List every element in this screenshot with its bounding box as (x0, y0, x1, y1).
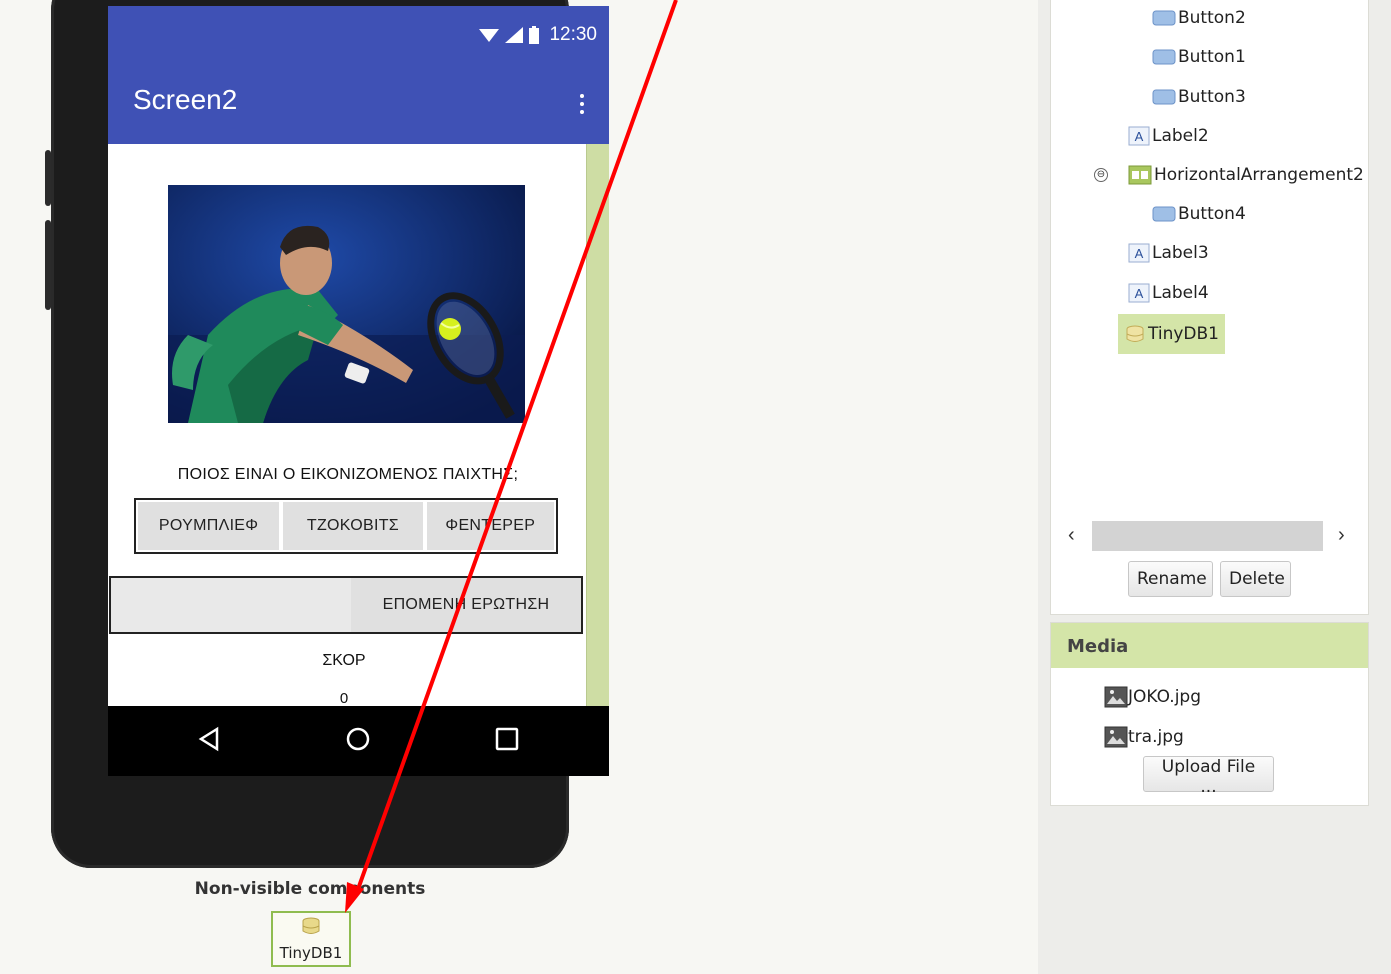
phone-side-button (45, 220, 51, 310)
answer-button-1[interactable]: ΡΟΥΜΠΛΙΕΦ (138, 502, 280, 550)
home-icon[interactable] (345, 726, 371, 752)
button-component-icon (1152, 206, 1176, 222)
tree-item-label: Label4 (1152, 283, 1209, 303)
scroll-left-icon[interactable]: ‹ (1068, 524, 1075, 547)
media-header: Media (1051, 623, 1368, 668)
tree-item-tinydb1[interactable]: TinyDB1 (1118, 314, 1225, 354)
media-file-label: tra.jpg (1128, 727, 1184, 747)
tree-item-button3[interactable]: Button3 (1152, 87, 1246, 107)
status-time: 12:30 (549, 24, 597, 45)
button-component-icon (1152, 49, 1176, 65)
label-component-icon: A (1128, 126, 1150, 146)
tree-item-button2[interactable]: Button2 (1152, 8, 1246, 28)
image-file-icon (1104, 726, 1128, 748)
media-title: Media (1067, 636, 1129, 657)
score-value: 0 (339, 690, 349, 707)
screen-scroll-strip (586, 144, 609, 706)
svg-text:A: A (1135, 286, 1144, 301)
button-component-icon (1152, 89, 1176, 105)
database-icon (302, 917, 320, 934)
arrangement-component-icon (1128, 165, 1152, 185)
tree-item-label4[interactable]: A Label4 (1128, 283, 1209, 303)
tree-item-label: Button3 (1178, 87, 1246, 107)
image-file-icon (1104, 686, 1128, 708)
tree-item-label2[interactable]: A Label2 (1128, 126, 1209, 146)
back-icon[interactable] (198, 726, 220, 752)
app-bar: Screen2 (108, 62, 609, 144)
label-component-icon: A (1128, 283, 1150, 303)
answer-button-2[interactable]: ΤΖΟΚΟΒΙΤΣ (283, 502, 423, 550)
media-file-joko[interactable]: JOKO.jpg (1104, 686, 1201, 708)
answer-button-3[interactable]: ΦΕΝΤΕΡΕΡ (426, 502, 554, 550)
android-nav-bar (108, 706, 609, 776)
next-question-button[interactable]: ΕΠΟΜΕΝΗ ΕΡΩΤΗΣΗ (351, 578, 581, 632)
media-file-label: JOKO.jpg (1128, 687, 1202, 707)
wifi-icon (479, 29, 500, 42)
recents-icon[interactable] (495, 726, 519, 752)
tree-item-label: Button4 (1178, 204, 1246, 224)
designer-viewer: 12:30 Screen2 ΠΟΙΟΣ ΕΙΝΑΙ Ο ΕΙΚΟΝΙΖΟΜΕΝΟ… (0, 0, 1038, 974)
delete-button[interactable]: Delete (1220, 561, 1291, 597)
database-icon (1126, 325, 1144, 342)
phone-side-button (45, 150, 51, 206)
upload-file-button[interactable]: Upload File ... (1143, 756, 1274, 797)
battery-icon (529, 26, 540, 44)
tree-item-label3[interactable]: A Label3 (1128, 243, 1209, 263)
tree-item-label: Label2 (1152, 126, 1209, 146)
next-arrangement: ΕΠΟΜΕΝΗ ΕΡΩΤΗΣΗ (109, 576, 583, 634)
non-visible-item-label: TinyDB1 (279, 944, 343, 962)
tree-item-button1[interactable]: Button1 (1152, 47, 1246, 67)
label-component-icon: A (1128, 243, 1150, 263)
tree-item-label: HorizontalArrangement2 (1154, 165, 1364, 185)
tree-item-label: Button2 (1178, 8, 1246, 28)
tree-horizontal-scrollbar[interactable]: ‹ › (1064, 521, 1360, 551)
tree-item-horizontalarrangement2[interactable]: HorizontalArrangement2 (1128, 165, 1364, 185)
phone-screen: 12:30 Screen2 ΠΟΙΟΣ ΕΙΝΑΙ Ο ΕΙΚΟΝΙΖΟΜΕΝΟ… (108, 6, 609, 776)
media-file-tra[interactable]: tra.jpg (1104, 726, 1184, 748)
collapse-icon[interactable]: ⊖ (1094, 168, 1108, 182)
button-component-icon (1152, 10, 1176, 26)
svg-text:A: A (1135, 129, 1144, 144)
overflow-menu-icon[interactable] (579, 94, 585, 118)
rename-button[interactable]: Rename (1128, 561, 1213, 597)
screen-title: Screen2 (133, 84, 238, 115)
tree-item-label: Button1 (1178, 47, 1246, 67)
svg-text:A: A (1135, 246, 1144, 261)
answers-arrangement: ΡΟΥΜΠΛΙΕΦ ΤΖΟΚΟΒΙΤΣ ΦΕΝΤΕΡΕΡ (134, 498, 558, 554)
player-image (168, 185, 525, 423)
tree-item-label: Label3 (1152, 243, 1209, 263)
signal-icon (505, 27, 524, 43)
tree-item-button4[interactable]: Button4 (1152, 204, 1246, 224)
screen-content: ΠΟΙΟΣ ΕΙΝΑΙ Ο ΕΙΚΟΝΙΖΟΜΕΝΟΣ ΠΑΙΧΤΗΣ; ΡΟΥ… (108, 144, 609, 707)
scroll-right-icon[interactable]: › (1338, 524, 1345, 547)
status-bar: 12:30 (108, 6, 609, 62)
phone-mockup: 12:30 Screen2 ΠΟΙΟΣ ΕΙΝΑΙ Ο ΕΙΚΟΝΙΖΟΜΕΝΟ… (45, 0, 609, 868)
tree-item-label: TinyDB1 (1148, 324, 1219, 344)
score-label: ΣΚΟΡ (322, 652, 366, 669)
question-label: ΠΟΙΟΣ ΕΙΝΑΙ Ο ΕΙΚΟΝΙΖΟΜΕΝΟΣ ΠΑΙΧΤΗΣ; (177, 466, 519, 483)
non-visible-tinydb[interactable]: TinyDB1 (271, 911, 351, 967)
non-visible-title: Non-visible components (194, 879, 426, 899)
scroll-track[interactable] (1092, 521, 1323, 551)
